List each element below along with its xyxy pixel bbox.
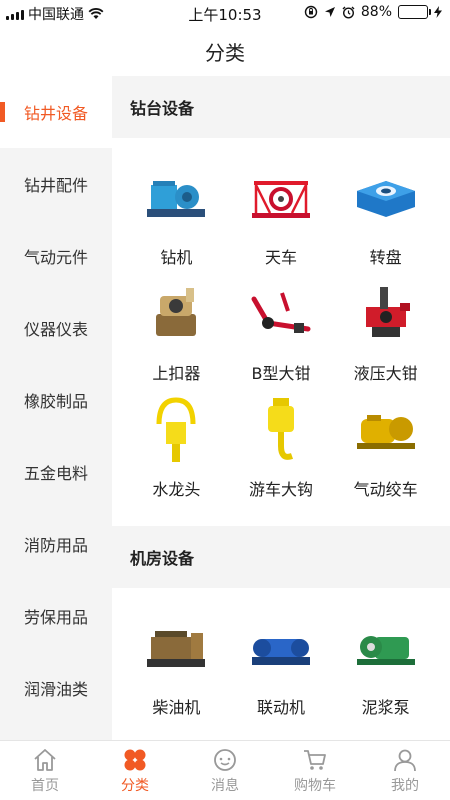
tab-label: 分类 <box>121 777 149 794</box>
grid-item-label: 泥浆泵 <box>361 698 410 717</box>
sidebar-item-label: 润滑油类 <box>24 680 89 699</box>
sidebar-item-safety-supplies[interactable]: 劳保用品 <box>0 580 112 652</box>
crown-block-icon <box>246 162 316 234</box>
tab-profile[interactable]: 我的 <box>360 741 450 800</box>
tab-label: 首页 <box>31 777 59 794</box>
sidebar-item-lubricants[interactable]: 润滑油类 <box>0 652 112 724</box>
sidebar-item-drilling-parts[interactable]: 钻井配件 <box>0 148 112 220</box>
hydraulic-tong-icon <box>351 278 421 350</box>
sidebar-item-drilling-equipment[interactable]: 钻井设备 <box>0 76 112 148</box>
section-card-drill-floor: 钻机 天车 转盘 上扣器 B型大钳 液压大钳 水龙头 游车大钩 气动绞车 <box>124 138 438 512</box>
rotary-table-icon <box>351 162 421 234</box>
title-bar: 分类 <box>0 26 450 76</box>
traveling-hook-icon <box>246 394 316 466</box>
section-card-engine-room: 柴油机 联动机 泥浆泵 <box>124 588 438 730</box>
grid-item-label: 天车 <box>264 248 297 267</box>
air-winch-icon <box>351 394 421 466</box>
sidebar-item-label: 橡胶制品 <box>24 392 89 411</box>
grid-item-label: 游车大钩 <box>248 480 313 499</box>
section-title-drill-floor: 钻台设备 <box>112 76 450 138</box>
status-right: 88% <box>304 4 442 20</box>
spinner-icon <box>141 278 211 350</box>
grid-item-rotary-table[interactable]: 转盘 <box>333 162 438 268</box>
sidebar-item-label: 消防用品 <box>24 536 89 555</box>
tab-cart[interactable]: 购物车 <box>270 741 360 800</box>
screen: 中国联通 上午10:53 88% 分类 钻井设备 钻井配件 气动元件 仪器仪表 … <box>0 0 450 800</box>
sidebar-item-label: 仪器仪表 <box>24 320 89 339</box>
grid-item-label: 柴油机 <box>152 698 201 717</box>
sidebar-item-label: 劳保用品 <box>24 608 89 627</box>
b-type-tong-icon <box>246 278 316 350</box>
bottom-tab-bar: 首页 分类 消息 购物车 我的 <box>0 740 450 800</box>
grid-item-crown-block[interactable]: 天车 <box>229 162 334 268</box>
grid-item-air-winch[interactable]: 气动绞车 <box>333 394 438 500</box>
grid-item-mud-pump[interactable]: 泥浆泵 <box>333 612 438 718</box>
grid-item-label: 气动绞车 <box>353 480 418 499</box>
page-title: 分类 <box>205 40 245 65</box>
grid-item-label: 上扣器 <box>152 364 201 383</box>
diesel-engine-icon <box>141 612 211 684</box>
cart-icon <box>304 749 326 770</box>
tab-label: 我的 <box>391 777 419 794</box>
grid-item-label: B型大钳 <box>251 364 311 383</box>
tab-label: 购物车 <box>294 777 336 794</box>
alarm-icon <box>342 6 355 19</box>
category-icon <box>124 749 146 770</box>
location-icon <box>324 7 335 17</box>
product-grid: 柴油机 联动机 泥浆泵 <box>124 612 438 718</box>
grid-item-b-type-tong[interactable]: B型大钳 <box>229 278 334 384</box>
sidebar-item-label: 钻井配件 <box>24 176 89 195</box>
compound-drive-icon <box>246 612 316 684</box>
tab-label: 消息 <box>211 777 239 794</box>
sidebar-item-label: 五金电料 <box>24 464 89 483</box>
mud-pump-icon <box>351 612 421 684</box>
lock-rotation-icon <box>304 5 318 19</box>
sidebar-item-label: 钻井设备 <box>24 104 89 123</box>
message-icon <box>214 748 236 771</box>
sidebar-item-fire-protection[interactable]: 消防用品 <box>0 508 112 580</box>
section-title-engine-room: 机房设备 <box>112 526 450 588</box>
tab-messages[interactable]: 消息 <box>180 741 270 800</box>
tab-category[interactable]: 分类 <box>90 741 180 800</box>
grid-item-diesel-engine[interactable]: 柴油机 <box>124 612 229 718</box>
grid-item-drilling-rig[interactable]: 钻机 <box>124 162 229 268</box>
grid-item-label: 液压大钳 <box>353 364 418 383</box>
grid-item-swivel[interactable]: 水龙头 <box>124 394 229 500</box>
grid-item-label: 水龙头 <box>152 480 201 499</box>
sidebar-item-label: 气动元件 <box>24 248 89 267</box>
grid-item-label: 转盘 <box>369 248 402 267</box>
sidebar-item-hardware-electrical[interactable]: 五金电料 <box>0 436 112 508</box>
category-sidebar: 钻井设备 钻井配件 气动元件 仪器仪表 橡胶制品 五金电料 消防用品 劳保用品 … <box>0 76 112 740</box>
grid-item-traveling-hook[interactable]: 游车大钩 <box>229 394 334 500</box>
category-content: 钻台设备 钻机 天车 转盘 上扣器 B型大钳 液压大钳 水龙头 游车大钩 气动绞… <box>112 76 450 740</box>
grid-item-hydraulic-tong[interactable]: 液压大钳 <box>333 278 438 384</box>
grid-item-label: 联动机 <box>256 698 305 717</box>
home-icon <box>34 748 56 771</box>
swivel-icon <box>141 394 211 466</box>
charging-icon <box>434 6 442 18</box>
profile-icon <box>394 749 416 771</box>
product-grid: 钻机 天车 转盘 上扣器 B型大钳 液压大钳 水龙头 游车大钩 气动绞车 <box>124 162 438 500</box>
battery-percent: 88% <box>360 4 392 20</box>
grid-item-compound-drive[interactable]: 联动机 <box>229 612 334 718</box>
status-bar: 中国联通 上午10:53 88% <box>0 0 450 26</box>
sidebar-item-rubber-products[interactable]: 橡胶制品 <box>0 364 112 436</box>
drilling-rig-icon <box>141 162 211 234</box>
sidebar-item-pneumatic-components[interactable]: 气动元件 <box>0 220 112 292</box>
tab-home[interactable]: 首页 <box>0 741 90 800</box>
grid-item-label: 钻机 <box>160 248 193 267</box>
grid-item-spinner[interactable]: 上扣器 <box>124 278 229 384</box>
battery-icon <box>398 5 431 19</box>
sidebar-item-instruments[interactable]: 仪器仪表 <box>0 292 112 364</box>
